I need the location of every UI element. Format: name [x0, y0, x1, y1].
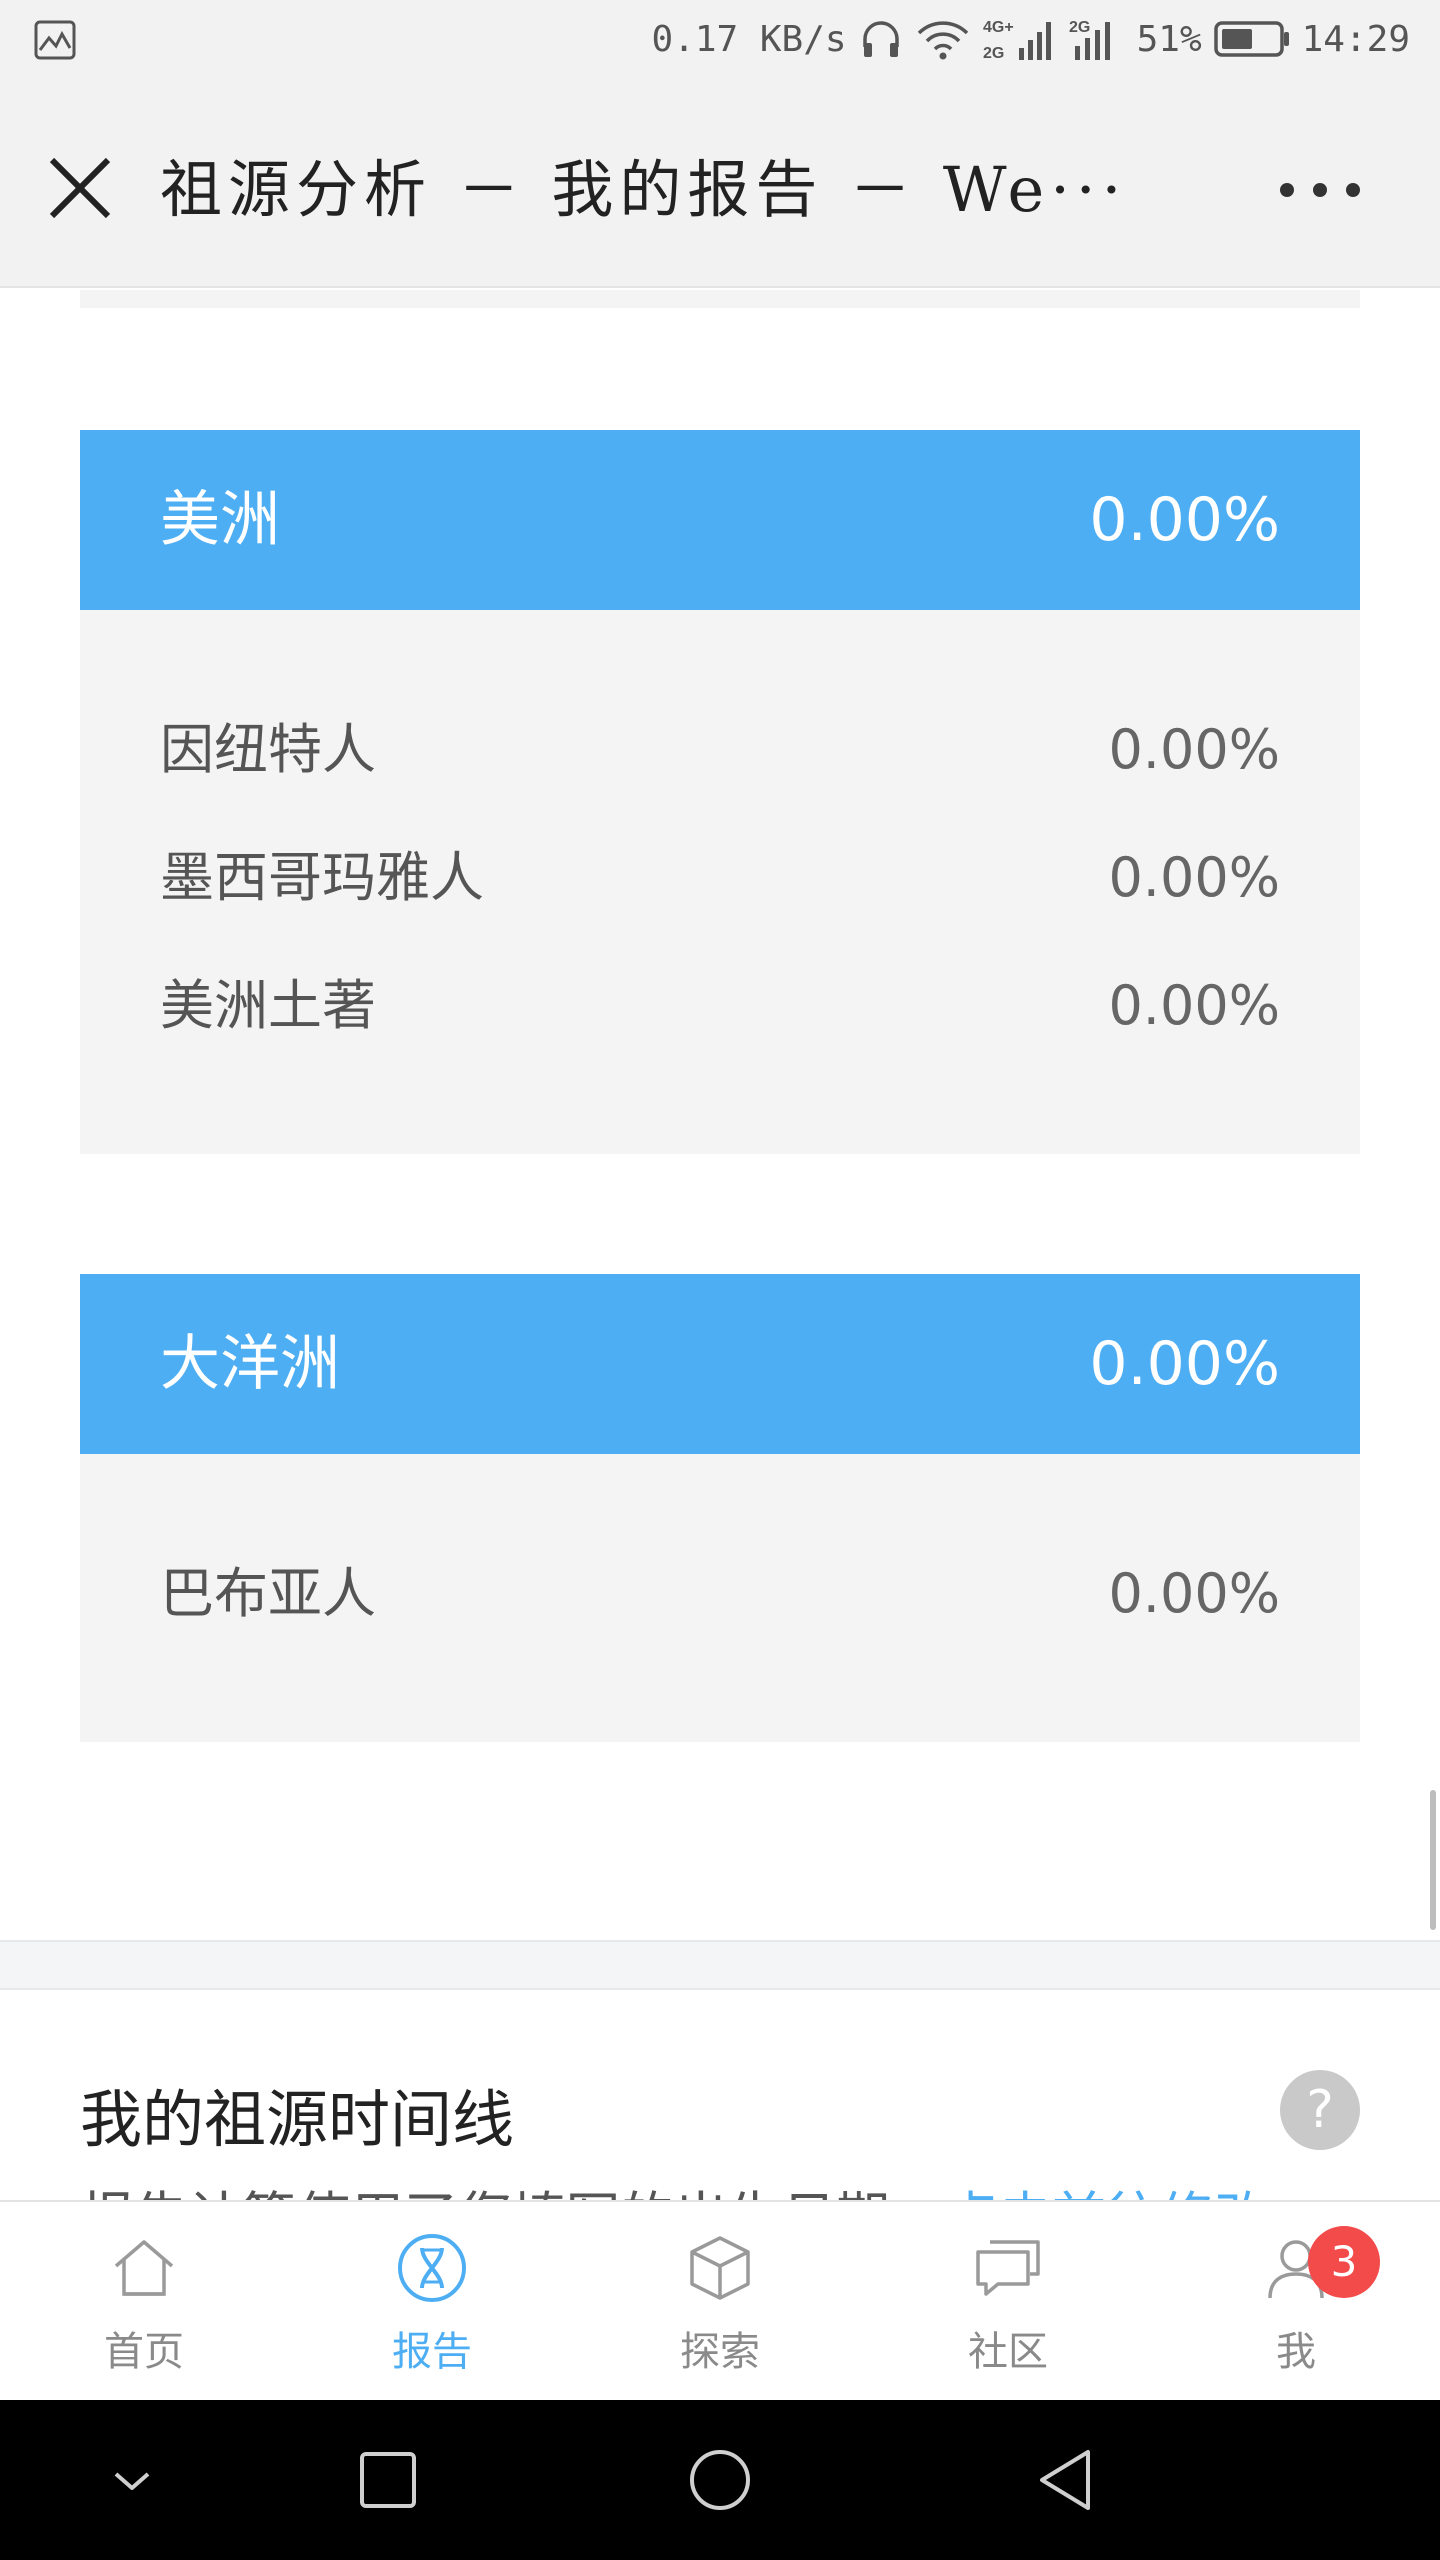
region-card-americas: 美洲 0.00% 因纽特人 0.00% 墨西哥玛雅人 0.00% 美洲土著 0.… [80, 430, 1360, 1154]
bottom-tab-bar: 首页 报告 探索 社区 3 我 [0, 2200, 1440, 2400]
cube-icon [690, 2236, 750, 2300]
population-percent: 0.00% [1108, 846, 1280, 909]
network-type-1: 4G+ [983, 19, 1014, 36]
dot-icon [1346, 183, 1360, 197]
system-nav-bar [0, 2400, 1440, 2560]
population-percent: 0.00% [1108, 974, 1280, 1037]
tab-report[interactable]: 报告 [288, 2202, 576, 2402]
timeline-title: 我的祖源时间线 [80, 2083, 515, 2156]
network-type-3: 2G [1069, 19, 1090, 36]
dot-icon [1280, 183, 1294, 197]
dna-icon [398, 2234, 466, 2302]
tab-me[interactable]: 3 我 [1152, 2202, 1440, 2402]
population-name: 因纽特人 [160, 718, 376, 781]
network-type-2: 2G [983, 45, 1004, 62]
region-header[interactable]: 美洲 0.00% [80, 430, 1360, 610]
close-icon[interactable] [40, 148, 120, 228]
previous-card-bottom [80, 290, 1360, 308]
list-item: 巴布亚人 0.00% [160, 1554, 1280, 1634]
list-item: 因纽特人 0.00% [160, 710, 1280, 790]
chevron-down-icon[interactable] [92, 2440, 172, 2520]
list-item: 墨西哥玛雅人 0.00% [160, 838, 1280, 918]
tab-label: 探索 [680, 2329, 760, 2375]
tab-home[interactable]: 首页 [0, 2202, 288, 2402]
gallery-icon [34, 20, 76, 60]
tab-explore[interactable]: 探索 [576, 2202, 864, 2402]
population-name: 美洲土著 [160, 974, 376, 1037]
more-menu-button[interactable] [1280, 158, 1360, 222]
scrollbar-thumb[interactable] [1430, 1790, 1436, 1930]
notification-badge: 3 [1308, 2226, 1380, 2298]
headphones-icon [862, 21, 899, 57]
tab-community[interactable]: 社区 [864, 2202, 1152, 2402]
page-title: 祖源分析 － 我的报告 － We··· [160, 153, 1128, 226]
region-card-oceania: 大洋洲 0.00% 巴布亚人 0.00% [80, 1274, 1360, 1742]
chat-icon [976, 2240, 1040, 2296]
battery-icon [1213, 21, 1289, 57]
help-button[interactable]: ? [1280, 2070, 1360, 2150]
region-header[interactable]: 大洋洲 0.00% [80, 1274, 1360, 1454]
home-icon [114, 2240, 174, 2296]
status-indicators: 0.17 KB/s 4G+ 2G 2G 51% 14:29 [652, 12, 1410, 66]
population-name: 墨西哥玛雅人 [160, 846, 484, 909]
tab-label: 社区 [968, 2329, 1048, 2375]
title-bar: 祖源分析 － 我的报告 － We··· [0, 78, 1440, 288]
region-name: 大洋洲 [160, 1329, 340, 1399]
recent-apps-icon[interactable] [348, 2440, 428, 2520]
tab-label: 首页 [104, 2329, 184, 2375]
signal-2g-icon: 2G [1069, 19, 1110, 60]
population-name: 巴布亚人 [160, 1562, 376, 1625]
home-button-icon[interactable] [680, 2440, 760, 2520]
network-speed: 0.17 KB/s [651, 18, 847, 60]
back-icon[interactable] [1030, 2440, 1110, 2520]
signal-4g-icon: 4G+ 2G [983, 19, 1051, 62]
tab-label: 报告 [392, 2329, 472, 2375]
list-item: 美洲土著 0.00% [160, 966, 1280, 1046]
status-bar: 0.17 KB/s 4G+ 2G 2G 51% 14:29 [0, 0, 1440, 78]
clock: 14:29 [1301, 18, 1410, 60]
region-name: 美洲 [160, 485, 280, 555]
region-percent: 0.00% [1089, 1329, 1280, 1399]
wifi-icon [917, 21, 968, 60]
battery-percent: 51% [1136, 18, 1202, 60]
population-percent: 0.00% [1108, 718, 1280, 781]
section-divider [0, 1940, 1440, 1990]
region-percent: 0.00% [1089, 485, 1280, 555]
dot-icon [1313, 183, 1327, 197]
population-percent: 0.00% [1108, 1562, 1280, 1625]
tab-label: 我 [1276, 2329, 1316, 2375]
